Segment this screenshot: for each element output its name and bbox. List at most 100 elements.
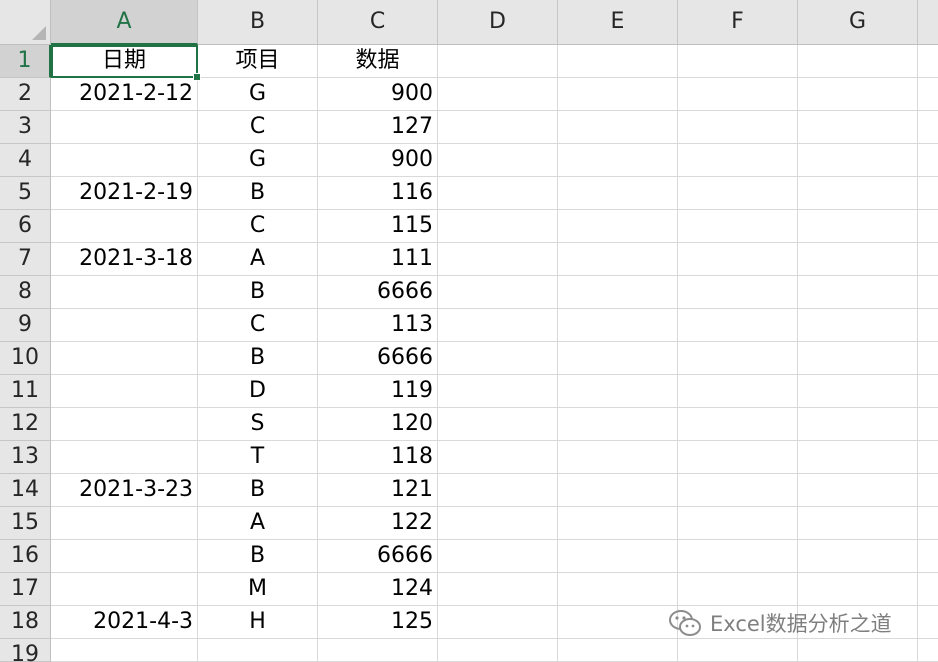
cell-c3[interactable]: 127: [318, 111, 438, 144]
cell-partial-6[interactable]: [918, 210, 938, 243]
cell-g5[interactable]: [798, 177, 918, 210]
cell-g14[interactable]: [798, 474, 918, 507]
cell-e5[interactable]: [558, 177, 678, 210]
cell-f16[interactable]: [678, 540, 798, 573]
cell-a4[interactable]: [51, 144, 198, 177]
cell-partial-7[interactable]: [918, 243, 938, 276]
cell-e16[interactable]: [558, 540, 678, 573]
cell-a1[interactable]: 日期: [51, 45, 201, 81]
cell-b7[interactable]: A: [198, 243, 318, 276]
cell-partial-4[interactable]: [918, 144, 938, 177]
cell-c6[interactable]: 115: [318, 210, 438, 243]
cell-g13[interactable]: [798, 441, 918, 474]
cell-g17[interactable]: [798, 573, 918, 606]
cell-g10[interactable]: [798, 342, 918, 375]
cell-d11[interactable]: [438, 375, 558, 408]
cell-b17[interactable]: M: [198, 573, 318, 606]
cell-partial-3[interactable]: [918, 111, 938, 144]
cell-e18[interactable]: [558, 606, 678, 639]
cell-f14[interactable]: [678, 474, 798, 507]
cell-f12[interactable]: [678, 408, 798, 441]
cell-partial-8[interactable]: [918, 276, 938, 309]
cell-d19[interactable]: [438, 639, 558, 662]
cell-f2[interactable]: [678, 78, 798, 111]
cell-d7[interactable]: [438, 243, 558, 276]
column-header-e[interactable]: E: [558, 0, 678, 45]
cell-b6[interactable]: C: [198, 210, 318, 243]
cell-g3[interactable]: [798, 111, 918, 144]
cell-partial-18[interactable]: [918, 606, 938, 639]
column-header-c[interactable]: C: [318, 0, 438, 45]
cell-a17[interactable]: [51, 573, 198, 606]
cell-c19[interactable]: [318, 639, 438, 662]
cell-partial-9[interactable]: [918, 309, 938, 342]
cell-e19[interactable]: [558, 639, 678, 662]
cell-c14[interactable]: 121: [318, 474, 438, 507]
column-header-d[interactable]: D: [438, 0, 558, 45]
cell-b13[interactable]: T: [198, 441, 318, 474]
cell-a7[interactable]: 2021-3-18: [51, 243, 198, 276]
cell-b16[interactable]: B: [198, 540, 318, 573]
cell-g16[interactable]: [798, 540, 918, 573]
cell-c4[interactable]: 900: [318, 144, 438, 177]
cell-partial-14[interactable]: [918, 474, 938, 507]
cell-a6[interactable]: [51, 210, 198, 243]
cell-f11[interactable]: [678, 375, 798, 408]
cell-e9[interactable]: [558, 309, 678, 342]
cell-b8[interactable]: B: [198, 276, 318, 309]
cell-c10[interactable]: 6666: [318, 342, 438, 375]
cell-g19[interactable]: [798, 639, 918, 662]
cell-a15[interactable]: [51, 507, 198, 540]
cell-e7[interactable]: [558, 243, 678, 276]
cell-f15[interactable]: [678, 507, 798, 540]
row-header-18[interactable]: 18: [0, 606, 51, 639]
cell-d3[interactable]: [438, 111, 558, 144]
cell-a19[interactable]: [51, 639, 198, 662]
cell-g8[interactable]: [798, 276, 918, 309]
cell-f7[interactable]: [678, 243, 798, 276]
cell-g2[interactable]: [798, 78, 918, 111]
cell-a2[interactable]: 2021-2-12: [51, 78, 198, 111]
row-header-8[interactable]: 8: [0, 276, 51, 309]
row-header-6[interactable]: 6: [0, 210, 51, 243]
cell-c5[interactable]: 116: [318, 177, 438, 210]
cell-g4[interactable]: [798, 144, 918, 177]
cell-partial-10[interactable]: [918, 342, 938, 375]
cell-a10[interactable]: [51, 342, 198, 375]
cell-b18[interactable]: H: [198, 606, 318, 639]
cell-a18[interactable]: 2021-4-3: [51, 606, 198, 639]
cell-e2[interactable]: [558, 78, 678, 111]
cell-g11[interactable]: [798, 375, 918, 408]
cell-c2[interactable]: 900: [318, 78, 438, 111]
column-header-b[interactable]: B: [198, 0, 318, 45]
cell-a12[interactable]: [51, 408, 198, 441]
cell-f10[interactable]: [678, 342, 798, 375]
cell-e14[interactable]: [558, 474, 678, 507]
cell-e12[interactable]: [558, 408, 678, 441]
cell-d16[interactable]: [438, 540, 558, 573]
row-header-19[interactable]: 19: [0, 639, 51, 662]
cell-g6[interactable]: [798, 210, 918, 243]
cell-partial-1[interactable]: [918, 45, 938, 78]
cell-c16[interactable]: 6666: [318, 540, 438, 573]
column-header-a[interactable]: A: [51, 0, 198, 45]
cell-d9[interactable]: [438, 309, 558, 342]
cell-g7[interactable]: [798, 243, 918, 276]
cell-b15[interactable]: A: [198, 507, 318, 540]
cell-e1[interactable]: [558, 45, 678, 78]
cell-c9[interactable]: 113: [318, 309, 438, 342]
cell-a8[interactable]: [51, 276, 198, 309]
cell-g9[interactable]: [798, 309, 918, 342]
cell-b5[interactable]: B: [198, 177, 318, 210]
row-header-16[interactable]: 16: [0, 540, 51, 573]
cell-d2[interactable]: [438, 78, 558, 111]
row-header-1[interactable]: 1: [0, 45, 51, 78]
cell-d17[interactable]: [438, 573, 558, 606]
cell-a5[interactable]: 2021-2-19: [51, 177, 198, 210]
column-header-f[interactable]: F: [678, 0, 798, 45]
cell-c7[interactable]: 111: [318, 243, 438, 276]
row-header-13[interactable]: 13: [0, 441, 51, 474]
cell-partial-15[interactable]: [918, 507, 938, 540]
cell-a14[interactable]: 2021-3-23: [51, 474, 198, 507]
cell-partial-16[interactable]: [918, 540, 938, 573]
